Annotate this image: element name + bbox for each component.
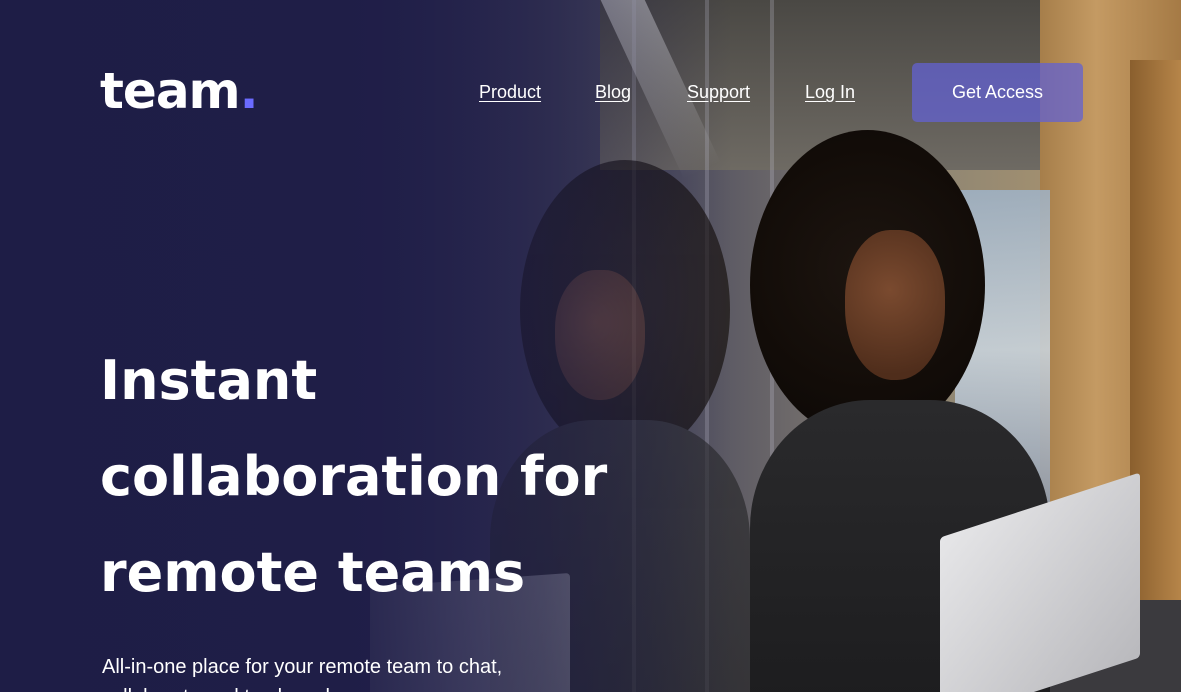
logo-text: team <box>100 62 241 120</box>
nav-link-login[interactable]: Log In <box>805 82 855 103</box>
logo-dot: . <box>239 62 259 120</box>
logo[interactable]: team. <box>100 66 259 116</box>
headline-line-1: Instant <box>100 349 318 412</box>
headline-line-3: remote teams <box>100 541 526 604</box>
hero-section: team. Product Blog Support Log In Get Ac… <box>0 0 1181 692</box>
hero-headline: Instant collaboration for remote teams <box>100 333 620 621</box>
nav-link-blog[interactable]: Blog <box>595 82 631 103</box>
nav-link-product[interactable]: Product <box>479 82 541 103</box>
headline-line-2: collaboration for <box>100 445 608 508</box>
hero-subtext: All-in-one place for your remote team to… <box>102 656 503 692</box>
get-access-button[interactable]: Get Access <box>912 63 1083 122</box>
nav-link-support[interactable]: Support <box>687 82 750 103</box>
